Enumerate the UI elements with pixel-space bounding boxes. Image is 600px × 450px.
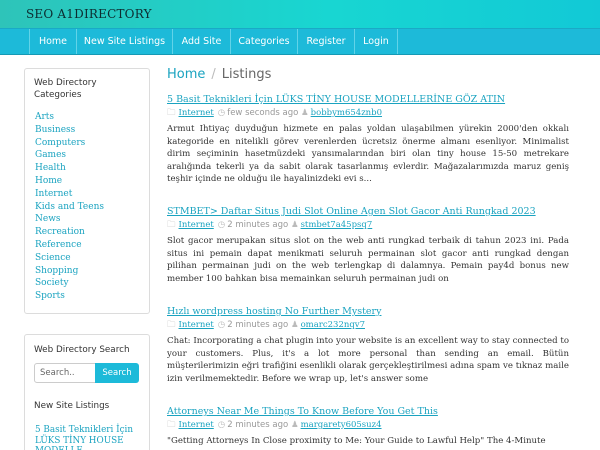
main-nav: Home New Site Listings Add Site Categori… xyxy=(0,28,600,55)
nav-home[interactable]: Home xyxy=(29,29,77,54)
listing-time: few seconds ago xyxy=(227,108,299,118)
listing-item: Hızlı wordpress hosting No Further Myste… xyxy=(167,306,569,385)
search-button[interactable]: Search xyxy=(95,363,139,383)
category-link[interactable]: Arts xyxy=(35,111,104,124)
user-icon: ♟ xyxy=(290,220,299,230)
search-input[interactable] xyxy=(34,363,96,383)
listing-user[interactable]: margarety605suz4 xyxy=(301,420,382,430)
listing-category[interactable]: Internet xyxy=(179,420,214,430)
listing-meta: 🗀 Internet ◷ 2 minutes ago ♟ margarety605suz… xyxy=(167,419,569,431)
categories-panel: Web Directory Categories Arts Business C… xyxy=(24,68,150,314)
clock-icon: ◷ xyxy=(217,108,226,118)
listing-title[interactable]: Hızlı wordpress hosting No Further Myste… xyxy=(167,306,569,318)
site-header: SEO A1DIRECTORY xyxy=(0,0,600,28)
clock-icon: ◷ xyxy=(217,420,226,430)
clock-icon: ◷ xyxy=(217,320,226,330)
listing-title[interactable]: STMBET> Daftar Situs Judi Slot Online Ag… xyxy=(167,206,569,218)
category-link[interactable]: Games xyxy=(35,149,104,162)
category-link[interactable]: Business xyxy=(35,124,104,137)
breadcrumb-home[interactable]: Home xyxy=(167,67,205,82)
folder-icon: 🗀 xyxy=(167,420,176,430)
search-panel: Web Directory Search Search New Site Lis… xyxy=(24,334,150,450)
listing-meta: 🗀 Internet ◷ 2 minutes ago ♟ omarc232nqv7 xyxy=(167,319,569,331)
category-link[interactable]: Computers xyxy=(35,137,104,150)
site-title[interactable]: SEO A1DIRECTORY xyxy=(26,7,152,21)
listing-meta: 🗀 Internet ◷ 2 minutes ago ♟ stmbet7a45psq7 xyxy=(167,219,569,231)
listing-description: Armut Ihtiyaç duyduğun hizmete en palas … xyxy=(167,124,569,185)
listing-category[interactable]: Internet xyxy=(179,320,214,330)
listing-time: 2 minutes ago xyxy=(227,320,289,330)
listing-category[interactable]: Internet xyxy=(179,220,214,230)
listing-description: Chat: Incorporating a chat plugin into y… xyxy=(167,336,569,384)
category-link[interactable]: Shopping xyxy=(35,265,104,278)
user-icon: ♟ xyxy=(301,108,309,118)
listing-user[interactable]: stmbet7a45psq7 xyxy=(301,220,373,230)
category-link[interactable]: Internet xyxy=(35,188,104,201)
category-link[interactable]: Sports xyxy=(35,290,104,303)
category-link[interactable]: Home xyxy=(35,175,104,188)
listing-description: "Getting Attorneys In Close proximity to… xyxy=(167,436,546,446)
listing-time: 2 minutes ago xyxy=(227,420,289,430)
categories-heading: Web Directory Categories xyxy=(34,78,97,100)
listing-item: 5 Basit Teknikleri İçin LÜKS TİNY HOUSE … xyxy=(167,94,569,186)
listing-title[interactable]: 5 Basit Teknikleri İçin LÜKS TİNY HOUSE … xyxy=(167,94,569,106)
listing-description: Slot gacor merupakan situs slot on the w… xyxy=(167,236,569,284)
breadcrumb: Home / Listings xyxy=(167,67,271,82)
listing-user[interactable]: bobbym654znb0 xyxy=(311,108,382,118)
breadcrumb-current: Listings xyxy=(221,67,272,82)
folder-icon: 🗀 xyxy=(167,108,176,118)
category-link[interactable]: Science xyxy=(35,252,104,265)
category-link[interactable]: News xyxy=(35,213,104,226)
new-listings-heading: New Site Listings xyxy=(34,401,110,411)
new-listing-link[interactable]: 5 Basit Teknikleri İçin LÜKS TİNY HOUSE … xyxy=(35,425,145,450)
folder-icon: 🗀 xyxy=(167,220,176,230)
category-link[interactable]: Recreation xyxy=(35,226,104,239)
listing-title[interactable]: Attorneys Near Me Things To Know Before … xyxy=(167,406,569,418)
clock-icon: ◷ xyxy=(217,220,226,230)
user-icon: ♟ xyxy=(290,420,299,430)
listing-item: Attorneys Near Me Things To Know Before … xyxy=(167,406,569,448)
listing-meta: 🗀 Internet ◷ few seconds ago ♟ bobbym654znb0 xyxy=(167,107,569,119)
category-link[interactable]: Health xyxy=(35,162,104,175)
folder-icon: 🗀 xyxy=(167,320,176,330)
user-icon: ♟ xyxy=(290,320,299,330)
nav-login[interactable]: Login xyxy=(355,29,398,54)
listing-item: STMBET> Daftar Situs Judi Slot Online Ag… xyxy=(167,206,569,285)
listing-category[interactable]: Internet xyxy=(179,108,214,118)
category-link[interactable]: Kids and Teens xyxy=(35,201,104,214)
category-list: Arts Business Computers Games Health Hom… xyxy=(35,111,104,303)
nav-add-site[interactable]: Add Site xyxy=(173,29,231,54)
category-link[interactable]: Reference xyxy=(35,239,104,252)
search-heading: Web Directory Search xyxy=(34,345,130,355)
category-link[interactable]: Society xyxy=(35,277,104,290)
nav-categories[interactable]: Categories xyxy=(231,29,298,54)
nav-register[interactable]: Register xyxy=(298,29,355,54)
listing-time: 2 minutes ago xyxy=(227,220,289,230)
breadcrumb-separator: / xyxy=(211,67,216,82)
nav-new-site-listings[interactable]: New Site Listings xyxy=(77,29,173,54)
listing-user[interactable]: omarc232nqv7 xyxy=(301,320,365,330)
